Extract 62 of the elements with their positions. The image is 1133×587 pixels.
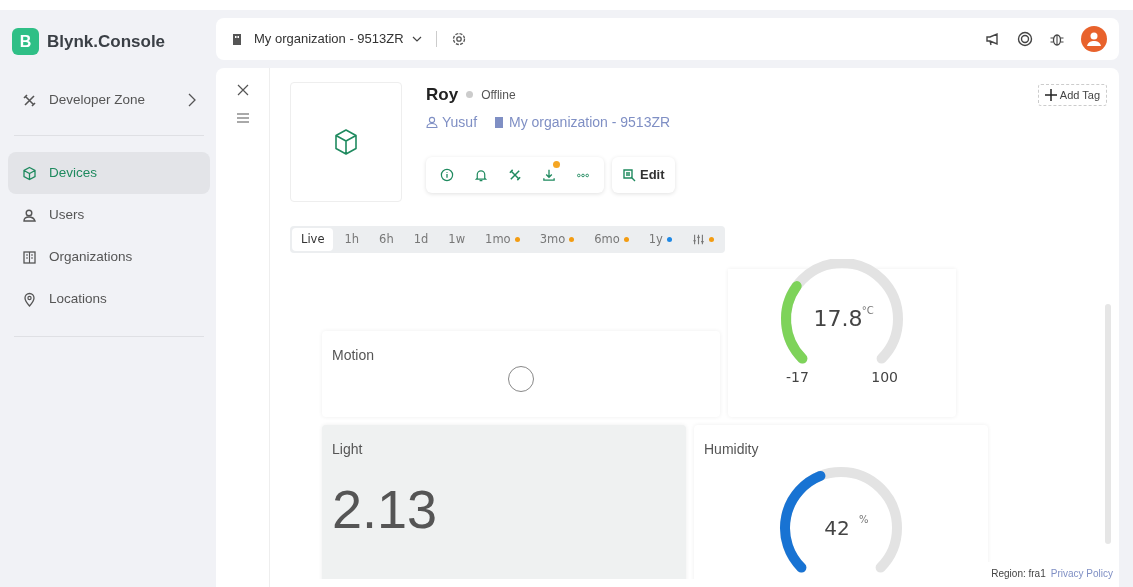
time-range-tab[interactable]: 1y [639,228,681,252]
sliders-icon [691,233,705,247]
edit-button[interactable]: Edit [612,156,675,193]
device-name: Roy [426,84,459,106]
gauge-max: 100 [871,368,898,388]
device-status: Offline [481,86,516,104]
info-icon [440,167,454,182]
time-range-tab[interactable]: 1w [439,228,475,252]
megaphone-icon[interactable] [985,31,1001,47]
widget-title: Motion [332,346,376,366]
gauge-unit: °C [861,304,874,316]
sidebar-item[interactable]: Organizations [8,236,210,278]
add-tag-button[interactable]: Add Tag [1037,83,1107,106]
bell-icon [474,167,488,182]
time-range-tab[interactable]: 6mo [585,228,638,252]
plus-icon [1044,88,1057,101]
caret-icon [411,36,422,42]
location-pin-icon [22,291,37,307]
avatar[interactable] [1081,26,1107,52]
organization-link[interactable]: My organization - 9513ZR [509,111,671,133]
privacy-policy-link[interactable]: Privacy Policy [1050,566,1113,581]
lifebuoy-icon[interactable] [1017,31,1033,47]
scrollbar[interactable] [1105,304,1111,544]
sidebar-item[interactable]: Users [8,194,210,236]
close-icon[interactable] [236,84,249,96]
menu-icon[interactable] [236,112,249,124]
time-range-tab[interactable]: 1h [335,228,369,252]
sidebar-item[interactable]: Developer Zone [8,79,210,121]
building-icon [493,116,506,128]
gauge-unit: % [859,514,869,526]
owner-link[interactable]: Yusuf [442,111,478,133]
time-range-tab[interactable]: 1mo [476,228,529,252]
tools-icon [22,92,37,108]
gauge-value: 17.8 [813,306,863,332]
region-label: Region: fra1 [991,567,1046,581]
users-icon [22,207,37,223]
time-range-tab[interactable]: 1d [404,228,438,252]
notification-dot [553,160,560,168]
building-icon [22,249,37,265]
brand-name: Blynk.Console [47,30,166,53]
sidebar-item[interactable]: Devices [8,152,210,194]
cube-icon [22,165,37,181]
organization-dropdown[interactable]: My organization - 9513ZR [254,29,422,49]
gauge-value: 42 [824,515,850,540]
settings-icon[interactable] [450,31,467,47]
time-range-tab[interactable]: Live [292,228,334,252]
time-range-tab[interactable]: 3mo [530,228,584,252]
edit-icon [622,167,636,182]
gauge-min: -17 [786,368,809,388]
chevron-icon [188,93,196,107]
logo: B [12,28,39,55]
sidebar-item[interactable]: Locations [8,278,210,320]
time-range-tab[interactable]: 6h [370,228,403,252]
bug-icon[interactable] [1049,31,1065,47]
widget-title: Humidity [704,440,760,460]
user-icon [426,116,438,128]
widget-title: Light [332,440,364,460]
building-icon [230,32,244,46]
cube-icon [333,128,359,156]
download-icon [542,167,556,182]
tools-icon [508,167,522,182]
widget-value: 2.13 [332,482,439,537]
